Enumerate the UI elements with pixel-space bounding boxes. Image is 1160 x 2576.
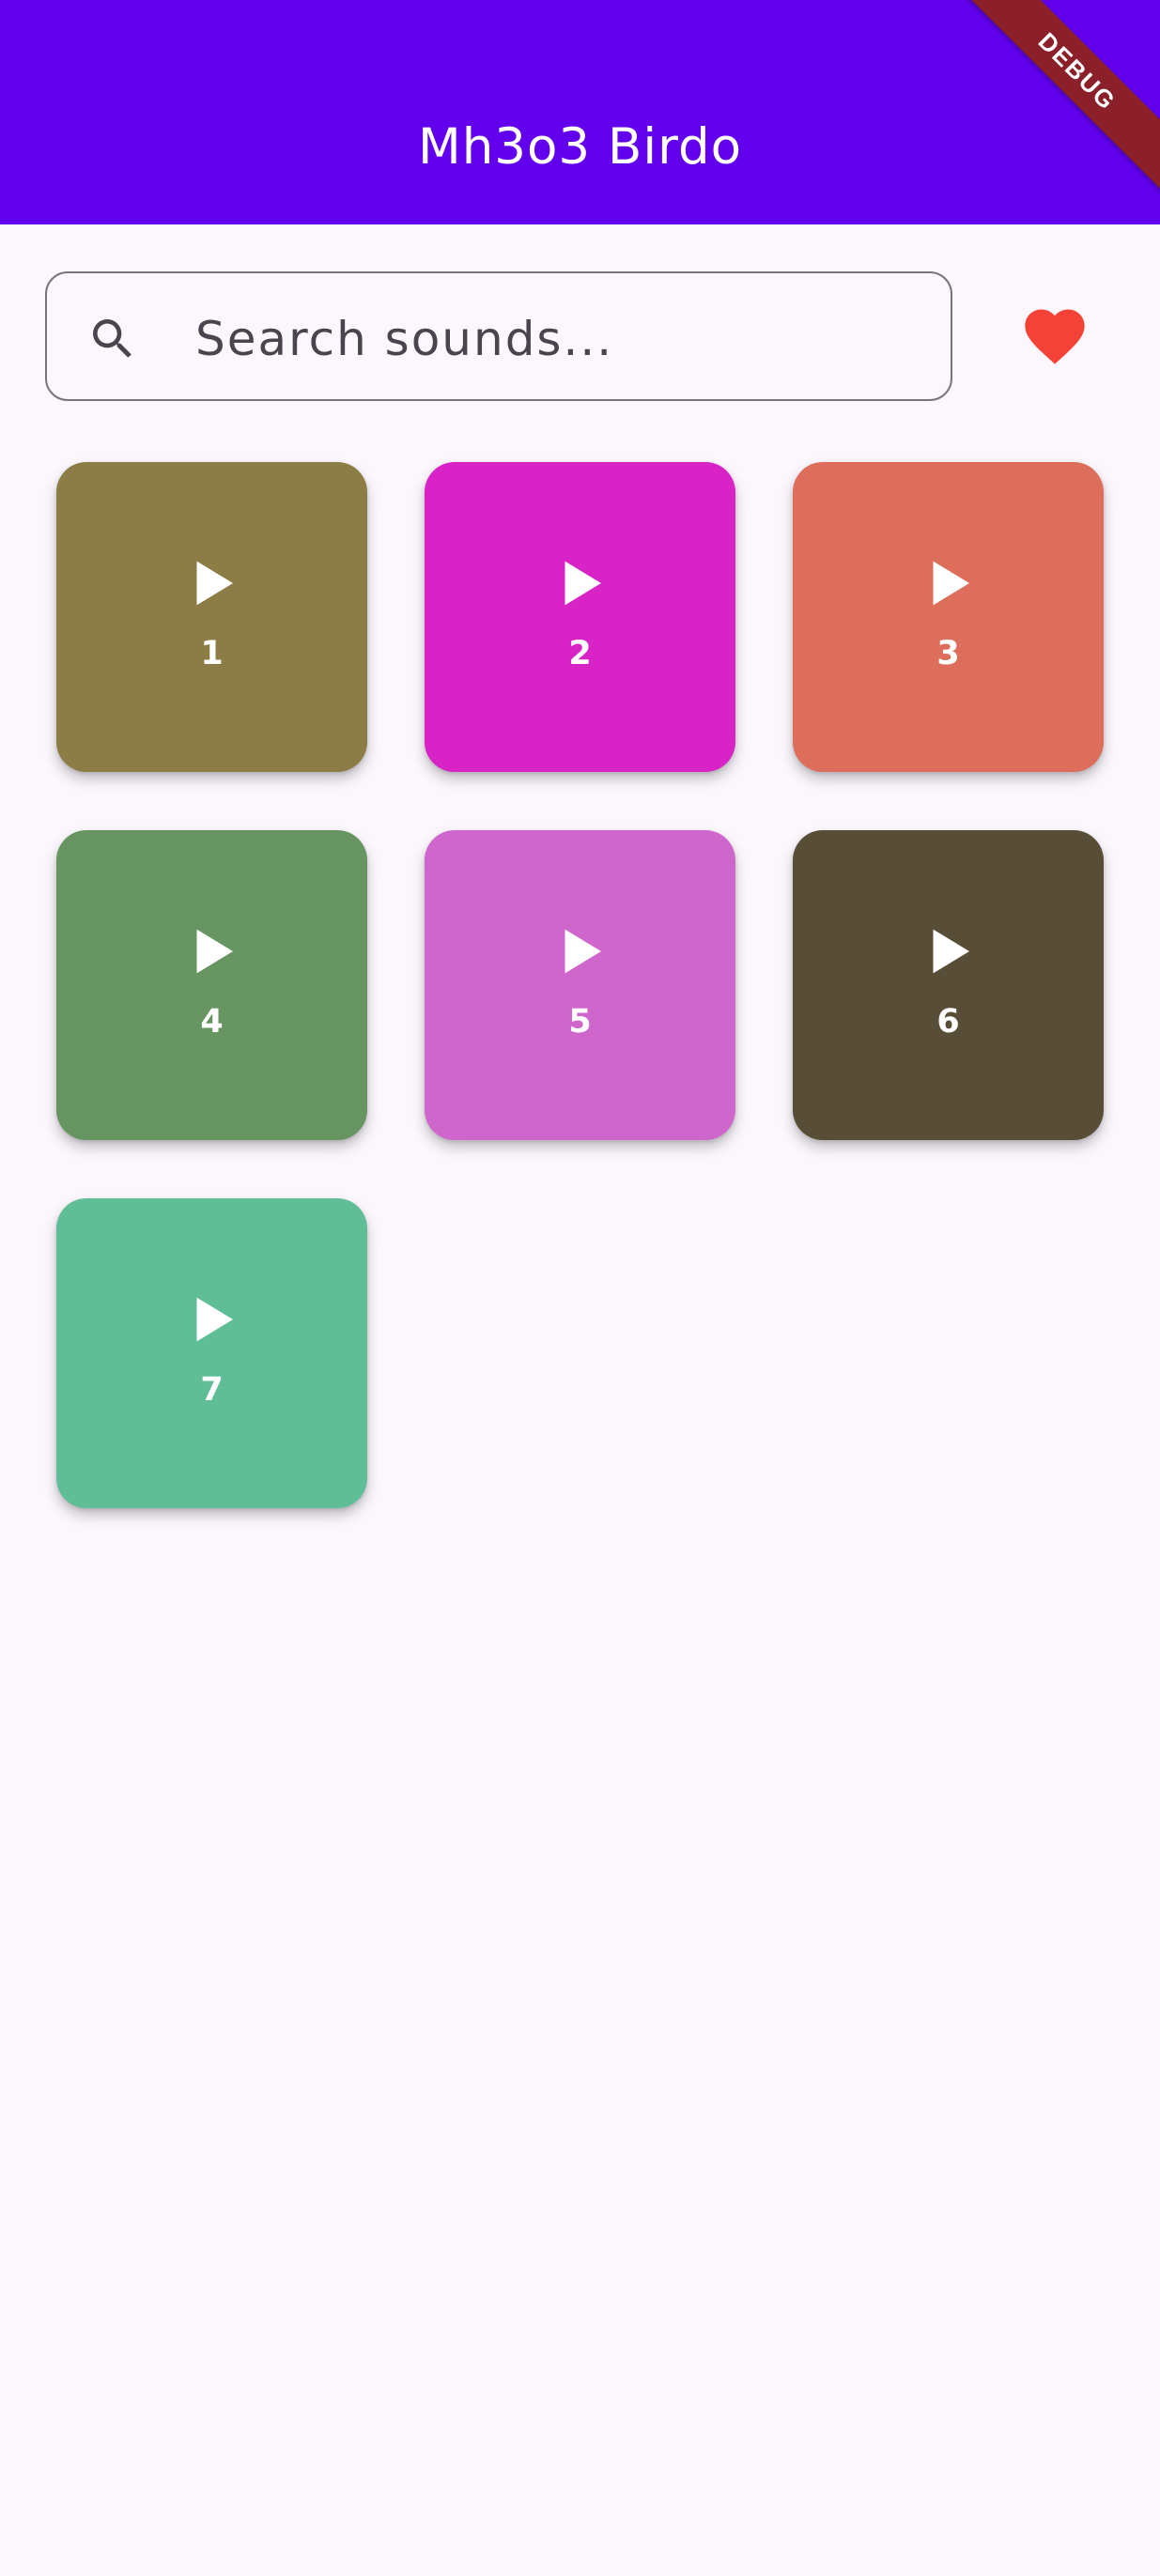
sound-tile-2[interactable]: 2 [425,462,735,772]
search-row [45,271,1116,405]
app-bar: Mh3o3 Birdo DEBUG [0,0,1160,224]
sound-tile-1[interactable]: 1 [56,462,367,772]
sound-tile-6[interactable]: 6 [793,830,1104,1140]
sound-tile-3[interactable]: 3 [793,462,1104,772]
search-input[interactable] [193,301,911,377]
play-icon [196,1297,233,1342]
sound-tile-7[interactable]: 7 [56,1198,367,1508]
play-icon [565,561,601,606]
search-box[interactable] [45,271,952,401]
sound-tile-label: 6 [936,1003,960,1041]
play-icon [196,929,233,974]
app-title: Mh3o3 Birdo [417,118,743,176]
sound-tile-label: 2 [568,635,592,672]
sound-tile-label: 4 [200,1003,224,1041]
debug-banner: DEBUG [940,0,1160,208]
sound-tile-4[interactable]: 4 [56,830,367,1140]
play-icon [933,561,969,606]
sound-tile-label: 3 [936,635,960,672]
play-icon [933,929,969,974]
sound-tile-label: 1 [200,635,224,672]
favorites-button[interactable] [1013,294,1097,378]
sound-tile-label: 5 [568,1003,592,1041]
search-icon [93,319,131,358]
play-icon [565,929,601,974]
heart-icon [1025,309,1085,364]
sound-tile-5[interactable]: 5 [425,830,735,1140]
play-icon [196,561,233,606]
sound-tile-label: 7 [200,1371,224,1409]
